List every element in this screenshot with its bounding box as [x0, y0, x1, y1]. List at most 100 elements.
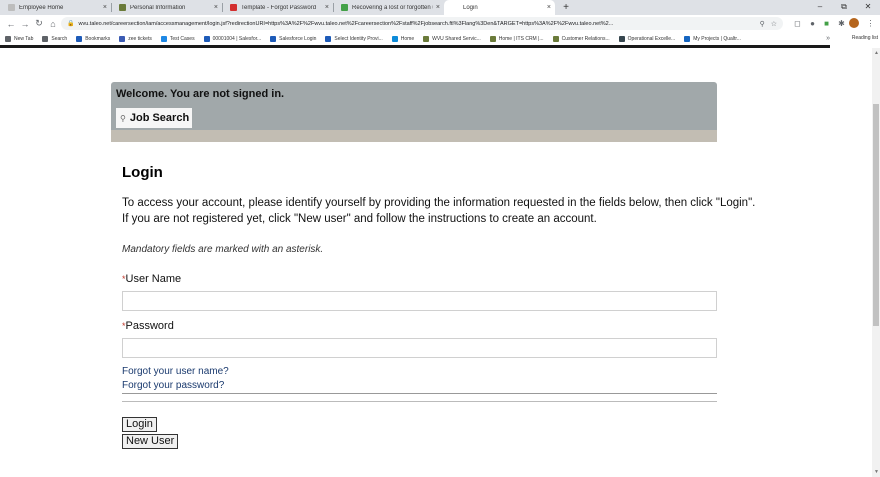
bookmark-icon — [160, 35, 167, 42]
reload-icon[interactable]: ↻ — [32, 18, 46, 29]
bookmark-label[interactable]: Bookmarks — [85, 36, 110, 42]
bookmarks-overflow-icon[interactable]: » — [826, 32, 830, 45]
bookmark-label[interactable]: Search — [51, 36, 67, 42]
bookmark-label[interactable]: New Tab — [14, 36, 33, 42]
search-icon: ⚲ — [120, 113, 126, 123]
bookmark-item[interactable]: Search — [42, 35, 67, 42]
lock-icon[interactable]: 🔒 — [67, 20, 74, 27]
password-input[interactable] — [122, 338, 717, 358]
home-icon[interactable]: ⌂ — [46, 19, 60, 29]
bookmark-star-icon[interactable]: ☆ — [771, 20, 777, 28]
bookmark-label[interactable]: zee tickets — [128, 36, 152, 42]
bookmark-icon — [423, 35, 430, 42]
puzzle-extensions-icon[interactable]: ✱ — [835, 17, 848, 30]
close-tab-icon[interactable]: × — [547, 4, 551, 11]
tab-title[interactable]: Recovering a lost or forgotten u... — [352, 5, 433, 11]
intro-text-1: To access your account, please identify … — [122, 197, 756, 209]
bookmark-label[interactable]: Home — [401, 36, 414, 42]
close-tab-icon[interactable]: × — [103, 4, 107, 11]
close-tab-icon[interactable]: × — [214, 4, 218, 11]
reading-list-button[interactable]: Reading list — [852, 32, 878, 45]
username-input[interactable] — [122, 291, 717, 311]
tab-title[interactable]: Template - Forgot Password — [241, 5, 322, 11]
bookmark-label[interactable]: Home | ITS CRM |... — [499, 36, 544, 42]
close-tab-icon[interactable]: × — [325, 4, 329, 11]
minimize-button[interactable]: – — [808, 0, 832, 15]
browser-tab[interactable]: Template - Forgot Password × — [222, 0, 333, 15]
bookmark-icon — [684, 35, 691, 42]
close-tab-icon[interactable]: × — [436, 4, 440, 11]
tab-title[interactable]: Personal Information — [130, 5, 211, 11]
bookmark-icon — [203, 35, 210, 42]
bookmark-icon — [391, 35, 398, 42]
browser-tab[interactable]: Recovering a lost or forgotten u... × — [333, 0, 444, 15]
intro-text-2: If you are not registered yet, click "Ne… — [122, 213, 597, 225]
divider — [122, 401, 717, 402]
zoom-icon[interactable]: ⚲ — [760, 20, 765, 28]
scroll-down-icon[interactable]: ▼ — [874, 469, 879, 475]
bookmark-item[interactable]: Bookmarks — [76, 35, 110, 42]
bookmark-item[interactable]: Select Identity Provi... — [325, 35, 383, 42]
password-label: *Password — [122, 320, 174, 332]
bookmark-label[interactable]: 00001004 | Salesfor... — [213, 36, 262, 42]
bookmark-item[interactable]: Operational Excelle... — [618, 35, 676, 42]
browser-tab[interactable]: Employee Home × — [0, 0, 111, 15]
restore-button[interactable]: ⧉ — [832, 0, 856, 15]
scrollbar-thumb[interactable] — [873, 104, 879, 326]
bookmark-icon — [618, 35, 625, 42]
close-window-button[interactable]: ✕ — [856, 0, 880, 15]
address-url[interactable]: wvu.taleo.net/careersection/iam/accessma… — [78, 21, 753, 27]
bookmark-label[interactable]: Customer Relations... — [562, 36, 610, 42]
address-bar[interactable]: 🔒 wvu.taleo.net/careersection/iam/access… — [61, 17, 783, 30]
tab-favicon-icon — [341, 4, 348, 11]
page-top-divider — [0, 45, 830, 48]
browser-tab[interactable]: Login × — [444, 0, 555, 15]
forgot-password-link[interactable]: Forgot your password? — [122, 380, 224, 391]
kebab-menu-icon[interactable]: ⋮ — [864, 17, 877, 30]
bookmark-icon — [76, 35, 83, 42]
tab-favicon-icon — [8, 4, 15, 11]
job-search-tab[interactable]: ⚲ Job Search — [116, 108, 192, 128]
bookmark-label[interactable]: Salesforce Login — [279, 36, 316, 42]
bookmark-label[interactable]: Select Identity Provi... — [334, 36, 382, 42]
bookmark-icon — [119, 35, 126, 42]
bookmark-label[interactable]: My Projects | Qualtr... — [693, 36, 741, 42]
bookmark-item[interactable]: WVU Shared Servic... — [423, 35, 481, 42]
tab-title[interactable]: Login — [463, 5, 544, 11]
job-search-label[interactable]: Job Search — [130, 112, 189, 124]
bookmark-item[interactable]: 00001004 | Salesfor... — [203, 35, 262, 42]
login-button[interactable]: Login — [122, 417, 157, 432]
new-tab-button[interactable]: + — [559, 0, 573, 15]
bookmark-item[interactable]: Home | ITS CRM |... — [489, 35, 544, 42]
green-extension-icon[interactable]: ■ — [820, 17, 833, 30]
shield-extension-icon[interactable]: ◻ — [791, 17, 804, 30]
bookmark-item[interactable]: New Tab — [5, 35, 33, 42]
bookmark-label[interactable]: Test Cases — [170, 36, 195, 42]
circle-extension-icon[interactable]: ● — [806, 17, 819, 30]
back-icon[interactable]: ← — [4, 19, 18, 29]
bookmark-item[interactable]: Salesforce Login — [270, 35, 316, 42]
bookmark-item[interactable]: My Projects | Qualtr... — [684, 35, 741, 42]
forward-icon[interactable]: → — [18, 19, 32, 29]
bookmark-item[interactable]: Test Cases — [160, 35, 195, 42]
bookmarks-bar: New Tab Search Bookmarks zee tickets Test Ca… — [0, 32, 880, 45]
password-label-text: Password — [125, 320, 174, 332]
bookmark-item[interactable]: Home — [391, 35, 414, 42]
window-controls: – ⧉ ✕ — [808, 0, 880, 15]
forgot-username-link[interactable]: Forgot your user name? — [122, 366, 229, 377]
profile-avatar[interactable] — [849, 18, 859, 28]
tab-title[interactable]: Employee Home — [19, 5, 100, 11]
welcome-banner: Welcome. You are not signed in. ⚲ Job Se… — [111, 82, 717, 130]
new-user-button[interactable]: New User — [122, 434, 179, 449]
welcome-message: Welcome. You are not signed in. — [116, 88, 285, 100]
mandatory-note: Mandatory fields are marked with an aste… — [122, 244, 324, 255]
scroll-up-icon[interactable]: ▲ — [874, 50, 879, 56]
bookmark-label[interactable]: WVU Shared Servic... — [432, 36, 481, 42]
banner-strip — [111, 130, 717, 142]
bookmark-item[interactable]: Customer Relations... — [552, 35, 610, 42]
browser-tab[interactable]: Personal Information × — [111, 0, 222, 15]
tab-favicon-icon — [230, 4, 237, 11]
bookmark-icon — [489, 35, 496, 42]
bookmark-item[interactable]: zee tickets — [119, 35, 152, 42]
bookmark-label[interactable]: Operational Excelle... — [628, 36, 676, 42]
